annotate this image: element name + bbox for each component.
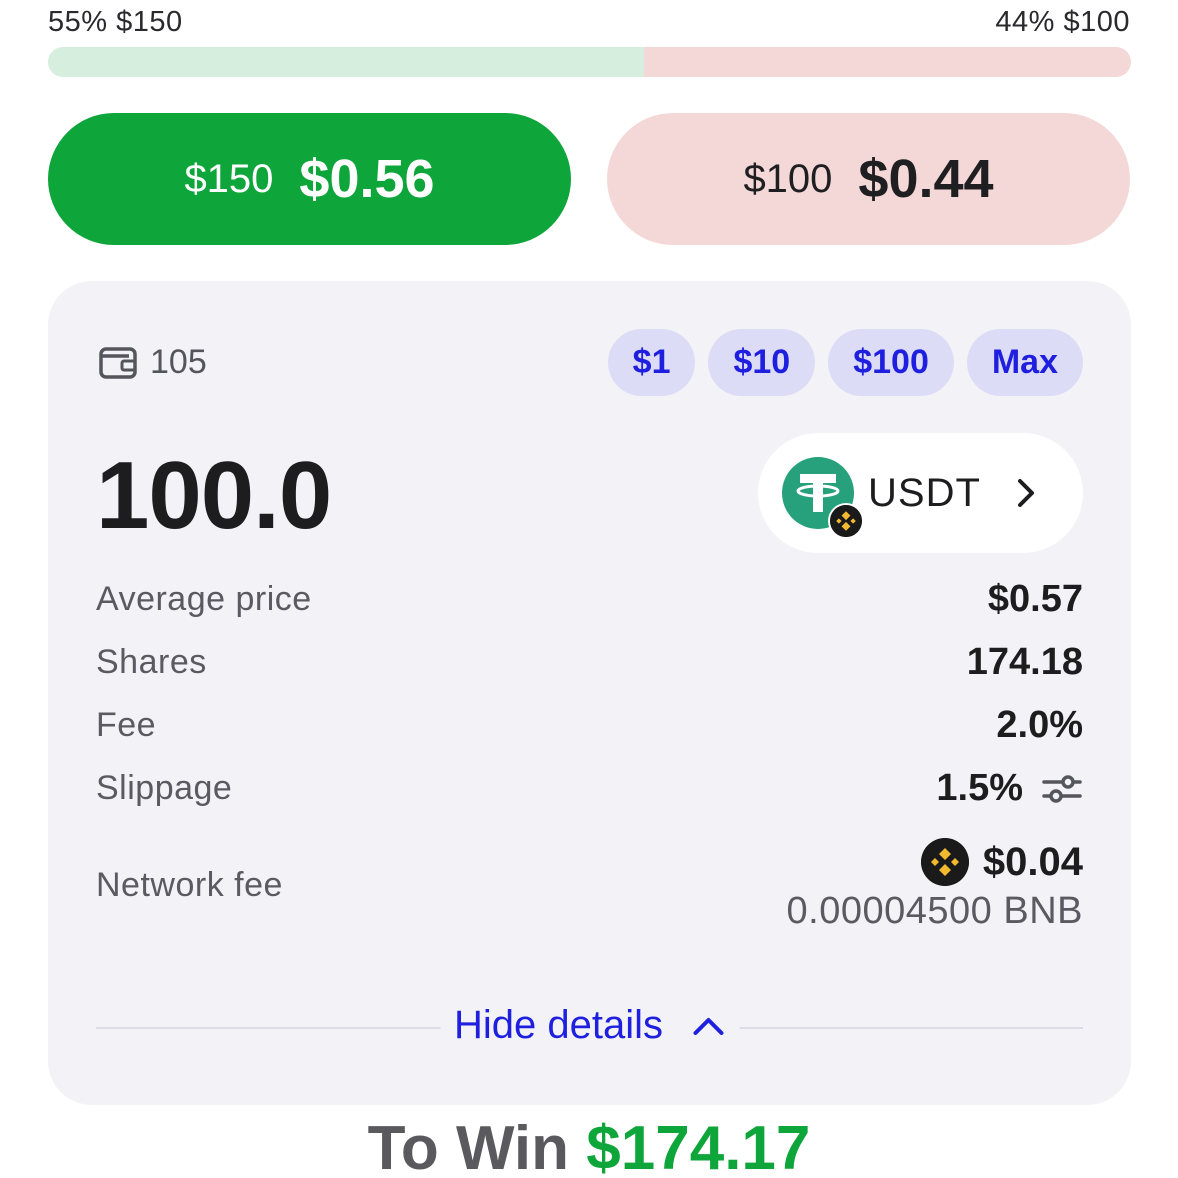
wallet-balance: 105 [98, 343, 207, 382]
bnb-icon [920, 838, 969, 886]
shares-value: 174.18 [966, 641, 1083, 683]
no-outcome-price: $0.44 [858, 149, 994, 209]
odds-bar-yes-fill [48, 47, 644, 77]
wallet-balance-value: 105 [150, 343, 207, 381]
token-symbol: USDT [868, 470, 981, 515]
yes-outcome-price: $0.56 [299, 149, 435, 209]
quick-amounts: $1 $10 $100 Max [607, 329, 1083, 396]
slippage-value: 1.5% [936, 767, 1023, 809]
tether-icon [782, 457, 864, 539]
amount-input[interactable]: 100.0 [96, 441, 332, 551]
fee-label: Fee [96, 706, 157, 744]
odds-bar [48, 47, 1131, 77]
shares-label: Shares [96, 643, 207, 681]
hide-details-button[interactable]: Hide details [439, 1003, 740, 1048]
yes-outcome-label: $150 [184, 156, 274, 201]
shares-row: Shares 174.18 [96, 641, 1083, 684]
quick-amount-100-button[interactable]: $100 [828, 329, 954, 396]
sliders-icon[interactable] [1041, 771, 1083, 807]
to-win-summary: To Win $174.17 [0, 1113, 1178, 1178]
details-divider: Hide details [96, 1003, 1083, 1053]
network-fee-native: 0.00004500 BNB [786, 890, 1083, 932]
odds-labels: 55% $150 44% $100 [48, 6, 1130, 40]
yes-odds-label: 55% $150 [48, 6, 183, 38]
fee-row: Fee 2.0% [96, 704, 1083, 747]
to-win-label: To Win [367, 1114, 570, 1178]
hide-details-label: Hide details [453, 1003, 664, 1047]
order-card: 105 $1 $10 $100 Max 100.0 USDT Average p… [48, 281, 1131, 1105]
buy-yes-button[interactable]: $150 $0.56 [48, 113, 571, 245]
no-outcome-label: $100 [743, 156, 833, 201]
chevron-right-icon [1017, 479, 1034, 507]
slippage-row: Slippage 1.5% [96, 767, 1083, 810]
network-fee-label: Network fee [96, 866, 283, 904]
no-odds-label: 44% $100 [995, 6, 1130, 38]
buy-no-button[interactable]: $100 $0.44 [607, 113, 1130, 245]
average-price-value: $0.57 [987, 578, 1083, 620]
quick-amount-10-button[interactable]: $10 [708, 329, 816, 396]
network-fee-values: $0.04 0.00004500 BNB [787, 838, 1083, 933]
average-price-label: Average price [96, 580, 312, 618]
bnb-network-icon [828, 503, 864, 539]
quick-amount-1-button[interactable]: $1 [607, 329, 696, 396]
token-selector[interactable]: USDT [758, 433, 1083, 553]
slippage-label: Slippage [96, 769, 233, 807]
network-fee-row: Network fee [96, 866, 283, 905]
average-price-row: Average price $0.57 [96, 578, 1083, 621]
max-amount-button[interactable]: Max [966, 329, 1083, 396]
to-win-value: $174.17 [586, 1114, 811, 1178]
chevron-up-icon [693, 1017, 724, 1035]
slippage-setting[interactable]: 1.5% [936, 767, 1083, 810]
odds-bar-no-fill [643, 47, 1131, 77]
wallet-icon [99, 346, 137, 379]
network-fee-value: $0.04 [982, 839, 1083, 884]
fee-value: 2.0% [996, 704, 1083, 746]
